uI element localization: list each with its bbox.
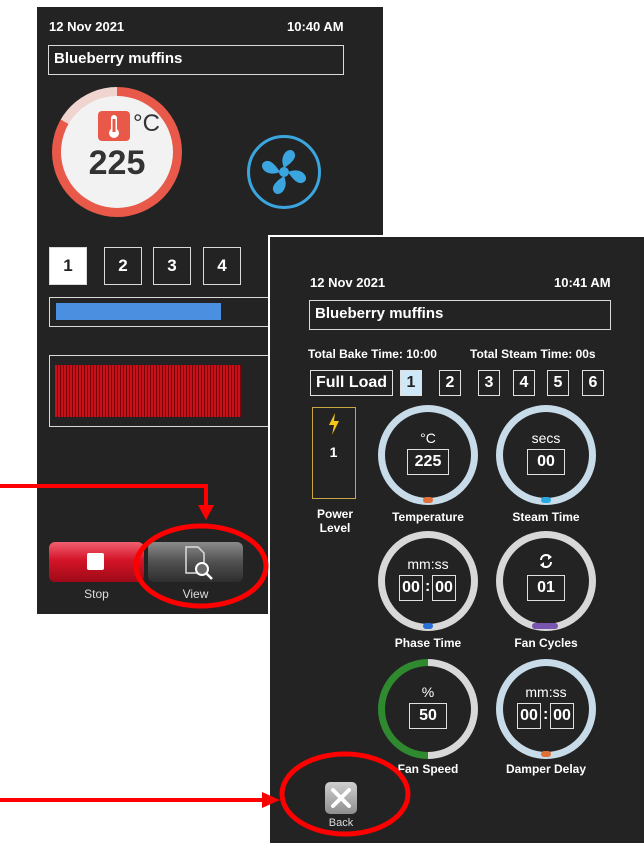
steam-time-value[interactable]: 00	[527, 449, 565, 475]
step-2[interactable]: 2	[104, 247, 142, 285]
refresh-icon	[540, 554, 552, 568]
phase-time-indicator	[423, 623, 433, 629]
temperature-value[interactable]: 225	[407, 449, 449, 475]
date-label: 12 Nov 2021	[49, 19, 125, 34]
step-1[interactable]: 1	[49, 247, 87, 285]
temperature-label: Temperature	[392, 510, 464, 524]
fan-cycles-dial[interactable]: 01	[496, 531, 596, 631]
damper-delay-label: Damper Delay	[505, 762, 587, 776]
view-label: View	[182, 587, 209, 601]
view-icon	[185, 546, 213, 580]
stop-icon	[87, 553, 104, 570]
recipe-title: Blueberry muffins	[48, 45, 344, 75]
step-4[interactable]: 4	[203, 247, 241, 285]
damper-delay-minutes[interactable]: 00	[517, 703, 541, 729]
back-annotation-arrow	[0, 792, 280, 808]
fan-cycles-label: Fan Cycles	[514, 636, 578, 650]
phase-time-separator: :	[425, 578, 431, 595]
step-4[interactable]: 4	[513, 370, 535, 396]
back-button[interactable]	[325, 782, 357, 814]
fan-speed-dial[interactable]: % 50	[378, 659, 478, 759]
fan-speed-unit: %	[421, 684, 435, 700]
oven-screen-detail: 12 Nov 2021 10:41 AM Blueberry muffins T…	[268, 235, 644, 843]
total-steam-time: Total Steam Time: 00s	[470, 347, 596, 361]
steam-time-indicator	[541, 497, 551, 503]
date-label: 12 Nov 2021	[310, 275, 386, 290]
step-3[interactable]: 3	[153, 247, 191, 285]
fan-speed-value[interactable]: 50	[409, 703, 447, 729]
stop-button[interactable]	[49, 542, 144, 582]
phase-time-seconds[interactable]: 00	[432, 575, 456, 601]
damper-delay-seconds[interactable]: 00	[550, 703, 574, 729]
fan-speed-label: Fan Speed	[397, 762, 459, 776]
full-load-button[interactable]: Full Load	[310, 370, 393, 396]
step-2[interactable]: 2	[439, 370, 461, 396]
heat-graph-bars	[55, 365, 241, 417]
phase-time-label: Phase Time	[394, 636, 462, 650]
temperature-dial[interactable]: °C 225	[52, 87, 182, 217]
steam-time-dial[interactable]: secs 00	[496, 405, 596, 505]
damper-delay-dial[interactable]: mm:ss 00 : 00	[496, 659, 596, 759]
temperature-unit: °C	[420, 430, 436, 446]
step-5[interactable]: 5	[547, 370, 569, 396]
stop-label: Stop	[84, 587, 109, 601]
back-label: Back	[328, 817, 354, 829]
phase-time-minutes[interactable]: 00	[399, 575, 423, 601]
steam-time-label: Steam Time	[512, 510, 580, 524]
time-label: 10:40 AM	[287, 19, 344, 34]
total-bake-time: Total Bake Time: 10:00	[308, 347, 437, 361]
lightning-icon	[329, 413, 339, 435]
temperature-unit: °C	[133, 110, 160, 137]
close-icon	[331, 788, 351, 808]
fan-icon[interactable]	[247, 135, 321, 209]
damper-delay-indicator	[541, 751, 551, 757]
power-level-box[interactable]: 1	[312, 407, 356, 499]
step-3[interactable]: 3	[478, 370, 500, 396]
step-6[interactable]: 6	[582, 370, 604, 396]
bake-progress-fill	[56, 303, 221, 320]
damper-delay-unit: mm:ss	[525, 684, 567, 700]
fan-cycles-indicator	[532, 623, 558, 629]
damper-delay-separator: :	[543, 706, 549, 723]
phase-time-unit: mm:ss	[407, 556, 449, 572]
thermometer-icon	[98, 111, 130, 141]
time-label: 10:41 AM	[554, 275, 611, 290]
view-button[interactable]	[148, 542, 243, 582]
temperature-indicator	[423, 497, 433, 503]
steam-time-unit: secs	[531, 430, 561, 446]
recipe-title: Blueberry muffins	[309, 300, 611, 330]
power-level-value: 1	[329, 444, 338, 460]
fan-cycles-value[interactable]: 01	[527, 575, 565, 601]
step-1[interactable]: 1	[400, 370, 422, 396]
power-level-label: Power Level	[316, 507, 353, 535]
temperature-dial[interactable]: °C 225	[378, 405, 478, 505]
temperature-value: 225	[88, 144, 146, 182]
phase-time-dial[interactable]: mm:ss 00 : 00	[378, 531, 478, 631]
